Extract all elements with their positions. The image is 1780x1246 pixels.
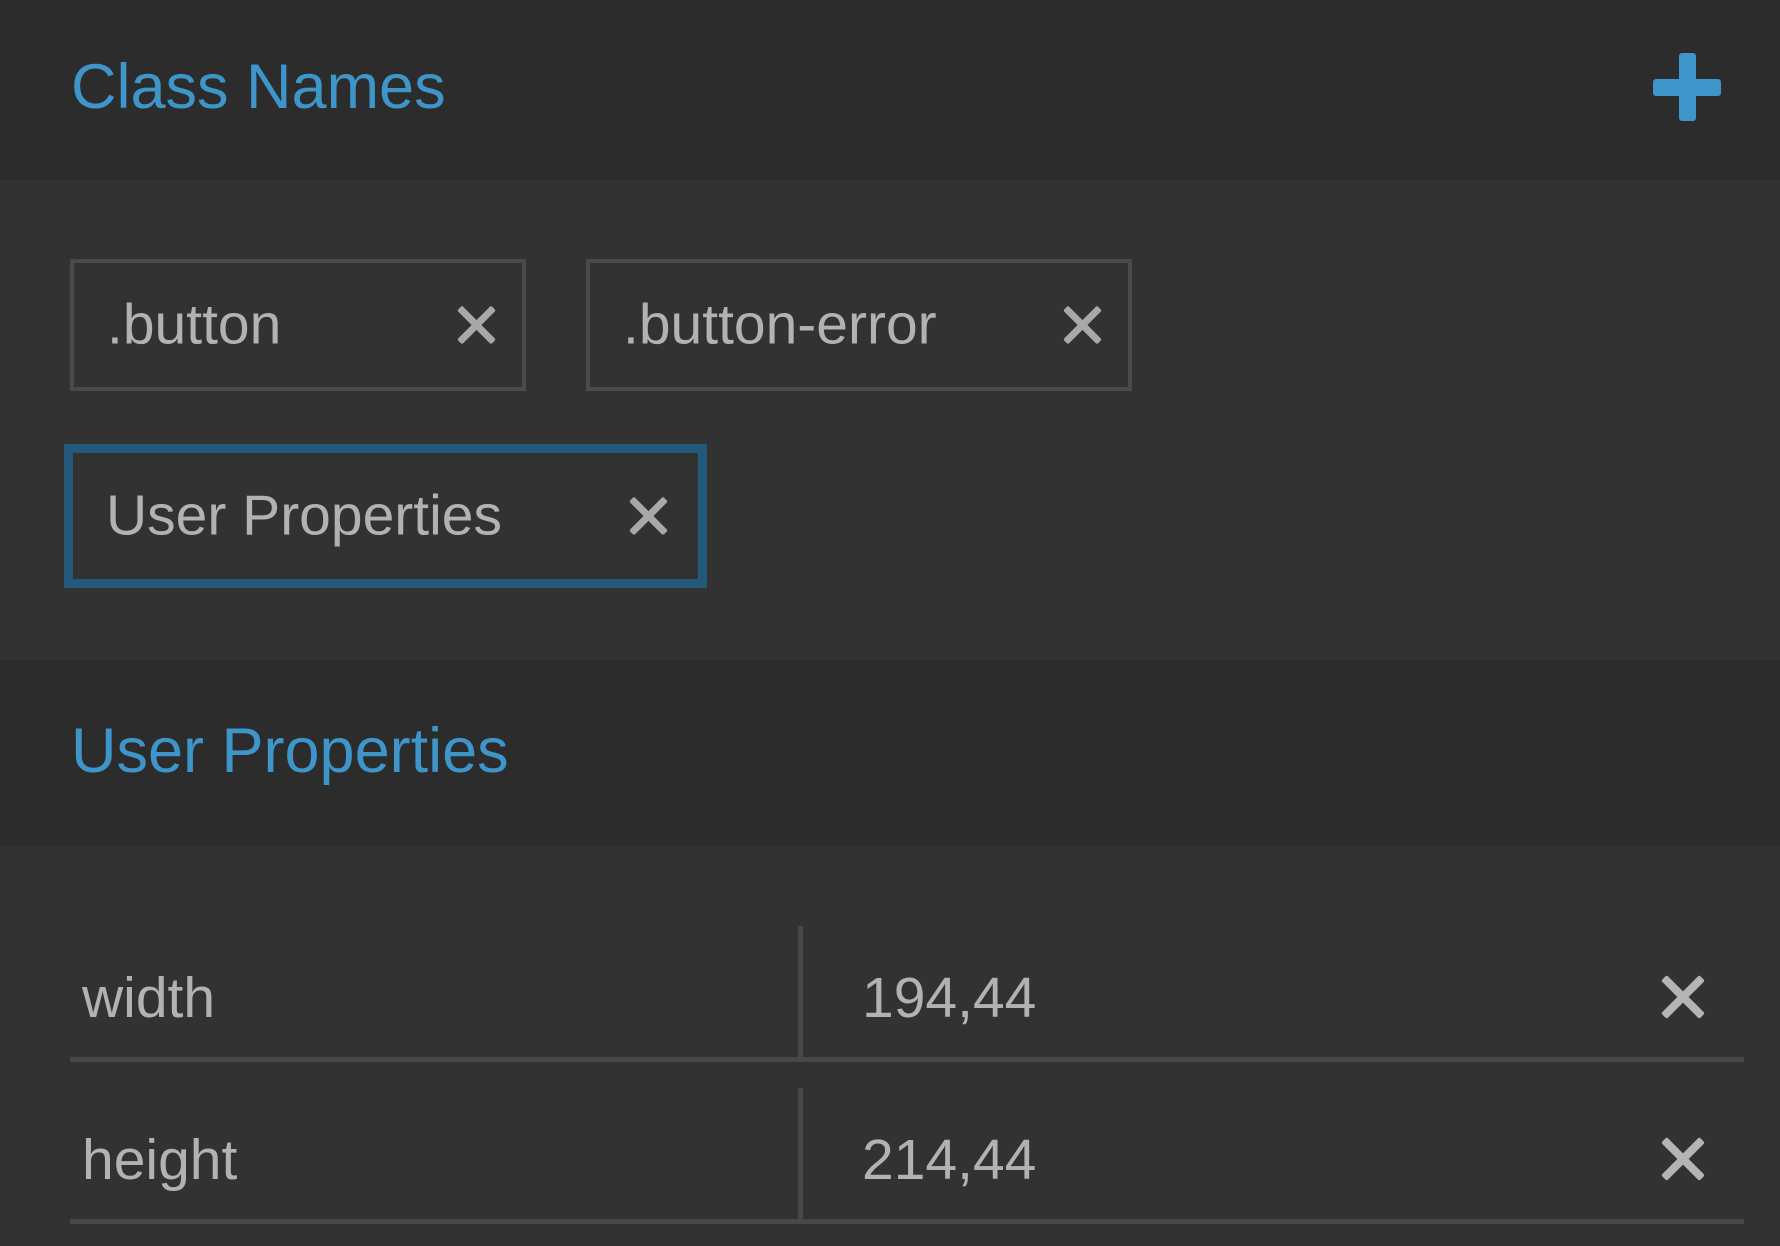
user-properties-body: width 194,44 height 214,44 <box>0 846 1780 1246</box>
property-value-field[interactable]: 214,44 <box>862 1132 1642 1189</box>
add-class-plus-icon[interactable] <box>1653 53 1721 121</box>
property-key[interactable]: width <box>82 970 215 1027</box>
class-tag-label: .button <box>107 292 282 357</box>
class-tag-label: .button-error <box>623 292 937 357</box>
property-value-field[interactable]: 194,44 <box>862 970 1642 1027</box>
class-tag-button[interactable]: .button <box>70 259 526 391</box>
remove-property-close-icon[interactable] <box>1660 977 1706 1023</box>
column-divider <box>798 926 803 1062</box>
remove-property-close-icon[interactable] <box>1660 1139 1706 1185</box>
row-underline <box>70 1219 1744 1224</box>
class-names-title: Class Names <box>71 52 446 122</box>
property-row-height: height 214,44 <box>70 1088 1744 1224</box>
property-row-width: width 194,44 <box>70 926 1744 1062</box>
row-underline <box>70 1057 1744 1062</box>
user-properties-title: User Properties <box>71 716 509 786</box>
class-names-body: .button .button-error User Properties <box>0 180 1780 660</box>
class-tag-button-error[interactable]: .button-error <box>586 259 1132 391</box>
column-divider <box>798 1088 803 1224</box>
class-tag-label: User Properties <box>106 483 502 548</box>
remove-tag-close-icon[interactable] <box>1062 305 1102 345</box>
class-tag-user-properties[interactable]: User Properties <box>64 444 707 588</box>
class-names-header: Class Names <box>0 0 1780 180</box>
user-properties-header: User Properties <box>0 660 1780 846</box>
remove-tag-close-icon[interactable] <box>456 305 496 345</box>
property-key[interactable]: height <box>82 1132 237 1189</box>
remove-tag-close-icon[interactable] <box>628 496 668 536</box>
